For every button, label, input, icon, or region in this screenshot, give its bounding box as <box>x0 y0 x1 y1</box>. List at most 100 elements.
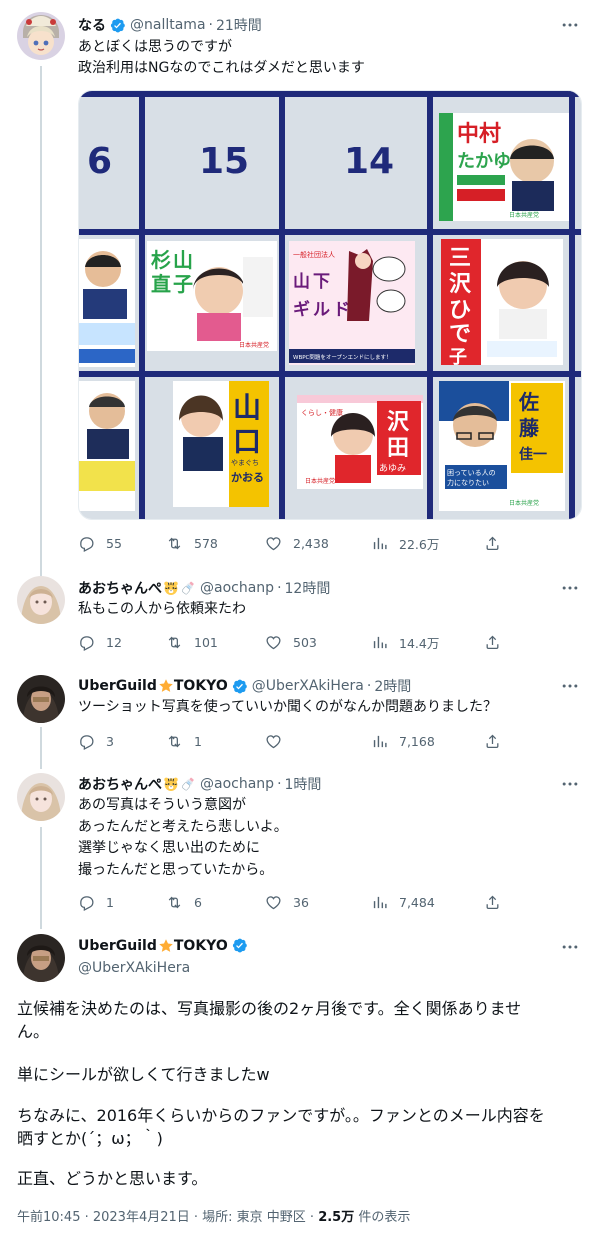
retweet-button[interactable]: 6 <box>166 892 202 912</box>
reply-button[interactable]: 3 <box>78 731 114 751</box>
share-button[interactable] <box>484 892 512 912</box>
like-button[interactable] <box>265 731 293 751</box>
separator: · <box>366 678 372 694</box>
tweet-header: あおちゃんぺ @aochanp · 12時間 <box>78 578 330 598</box>
share-icon <box>484 894 501 911</box>
display-name-part1[interactable]: UberGuild <box>78 678 157 694</box>
separator: · <box>277 580 282 596</box>
reply-icon <box>78 894 95 911</box>
retweet-count: 101 <box>194 634 218 650</box>
handle[interactable]: @nalltama <box>130 17 206 33</box>
bottle-emoji <box>180 580 196 596</box>
retweet-button[interactable]: 578 <box>166 533 218 553</box>
display-name-part2[interactable]: TOKYO <box>174 938 228 954</box>
views-button[interactable]: 22.6万 <box>371 533 439 553</box>
views-icon <box>371 634 388 651</box>
retweet-count: 1 <box>194 733 202 749</box>
display-name[interactable]: なる <box>78 15 106 35</box>
tweet-text: あとぼくは思うのですが 政治利用はNGなのでこれはダメだと思います <box>78 39 365 76</box>
star-emoji <box>158 938 174 954</box>
tweet-photo[interactable]: 6 15 14 中村 たかゆき 日本共産党 杉 山 直 子 日本共産党 一般社団… <box>78 90 582 520</box>
retweet-button[interactable]: 101 <box>166 632 218 652</box>
tweet-text-para4: 正直、どうかと思います。 <box>17 1169 208 1188</box>
reply-count: 1 <box>106 894 114 910</box>
retweet-count: 6 <box>194 894 202 910</box>
board-number-15: 15 <box>199 141 249 182</box>
poster-yamaguchi: 山 口 やまぐち かおる <box>173 381 269 507</box>
more-icon[interactable] <box>560 937 580 957</box>
timestamp[interactable]: 1時間 <box>285 774 322 794</box>
views-count: 7,168 <box>399 733 435 749</box>
avatar[interactable] <box>17 12 65 60</box>
poster-misawa: 三 沢 ひ で 子 <box>441 239 563 368</box>
display-name-part2[interactable]: TOKYO <box>174 678 228 694</box>
reply-icon <box>78 733 95 750</box>
board-number-6: 6 <box>87 141 112 182</box>
avatar[interactable] <box>17 934 65 982</box>
handle[interactable]: @aochanp <box>200 776 274 792</box>
poster-sawada: くらし・健康 沢 田 あゆみ 日本共産党 <box>297 395 423 489</box>
tweet-header: UberGuild TOKYO @UberXAkiHera · 2時間 <box>78 676 411 696</box>
timestamp[interactable]: 2時間 <box>374 676 411 696</box>
handle[interactable]: @UberXAkiHera <box>78 960 190 976</box>
display-name[interactable]: あおちゃんぺ <box>78 774 162 794</box>
thread-line <box>40 827 42 929</box>
display-name-row: UberGuild TOKYO <box>78 937 248 954</box>
svg-text:日本共産党: 日本共産党 <box>509 211 539 219</box>
reply-count: 3 <box>106 733 114 749</box>
tweet-aochanp-1[interactable]: あおちゃんぺ @aochanp · 12時間 私もこの人から依頼来たわ 12 1… <box>0 565 602 665</box>
separator: · <box>208 17 213 33</box>
svg-text:やまぐち: やまぐち <box>231 459 259 467</box>
timestamp-location[interactable]: 午前10:45 · 2023年4月21日 · 場所: 東京 中野区 · <box>17 1210 318 1225</box>
views-button[interactable]: 7,168 <box>371 731 435 751</box>
like-icon <box>265 733 282 750</box>
reply-count: 55 <box>106 535 122 551</box>
display-name-part1[interactable]: UberGuild <box>78 938 157 954</box>
share-button[interactable] <box>484 632 512 652</box>
views-button[interactable]: 14.4万 <box>371 632 439 652</box>
like-button[interactable]: 36 <box>265 892 309 912</box>
share-icon <box>484 634 501 651</box>
svg-text:佐 藤 佳一: 佐 藤 佳一 <box>518 390 547 463</box>
like-button[interactable]: 2,438 <box>265 533 329 553</box>
share-button[interactable] <box>484 533 512 553</box>
reply-button[interactable]: 1 <box>78 892 114 912</box>
poster-left-row2 <box>79 239 135 367</box>
reply-button[interactable]: 12 <box>78 632 122 652</box>
verified-icon <box>231 937 248 954</box>
tweet-header: なる @nalltama · 21時間 <box>78 15 262 35</box>
retweet-button[interactable]: 1 <box>166 731 202 751</box>
tiger-emoji <box>163 776 179 792</box>
handle[interactable]: @UberXAkiHera <box>252 678 364 694</box>
more-icon[interactable] <box>560 15 580 35</box>
timestamp[interactable]: 12時間 <box>285 578 331 598</box>
reply-button[interactable]: 55 <box>78 533 122 553</box>
tweet-nalltama[interactable]: なる @nalltama · 21時間 あとぼくは思うのですが 政治利用はNGな… <box>0 0 602 576</box>
avatar[interactable] <box>17 773 65 821</box>
timestamp[interactable]: 21時間 <box>216 15 262 35</box>
like-button[interactable]: 503 <box>265 632 317 652</box>
poster-yamashita: 一般社団法人 山下 ギルド WBPC問題をオープンエンドにします！ <box>289 241 415 365</box>
avatar[interactable] <box>17 576 65 624</box>
tweet-text: ツーショット写真を使っていいか聞くのがなんか問題ありました？ <box>78 699 498 715</box>
svg-text:かおる: かおる <box>231 471 264 484</box>
views-count: 7,484 <box>399 894 435 910</box>
tweet-meta: 午前10:45 · 2023年4月21日 · 場所: 東京 中野区 · 2.5万… <box>17 1206 410 1225</box>
more-icon[interactable] <box>560 774 580 794</box>
more-icon[interactable] <box>560 676 580 696</box>
views-count: 22.6万 <box>399 536 440 552</box>
display-name[interactable]: あおちゃんぺ <box>78 578 162 598</box>
tweet-text: あの写真はそういう意図が あったんだと考えたら悲しいよ。 選挙じゃなく思い出のた… <box>78 797 288 878</box>
reply-icon <box>78 634 95 651</box>
thread-line <box>40 727 42 769</box>
avatar[interactable] <box>17 675 65 723</box>
views-button[interactable]: 7,484 <box>371 892 435 912</box>
share-button[interactable] <box>484 731 512 751</box>
tweet-text-para3: ちなみに、2016年くらいからのファンですが。。ファンとのメール内容を 晒すとか… <box>17 1106 545 1148</box>
more-icon[interactable] <box>560 578 580 598</box>
tweet-uberguild-reply[interactable]: UberGuild TOKYO @UberXAkiHera · 2時間 ツーショ… <box>0 665 602 769</box>
verified-icon <box>109 17 126 34</box>
tweet-aochanp-2[interactable]: あおちゃんぺ @aochanp · 1時間 あの写真はそういう意図が あったんだ… <box>0 765 602 929</box>
handle[interactable]: @aochanp <box>200 580 274 596</box>
svg-text:杉山 直子: 杉山 直子 <box>151 248 200 296</box>
